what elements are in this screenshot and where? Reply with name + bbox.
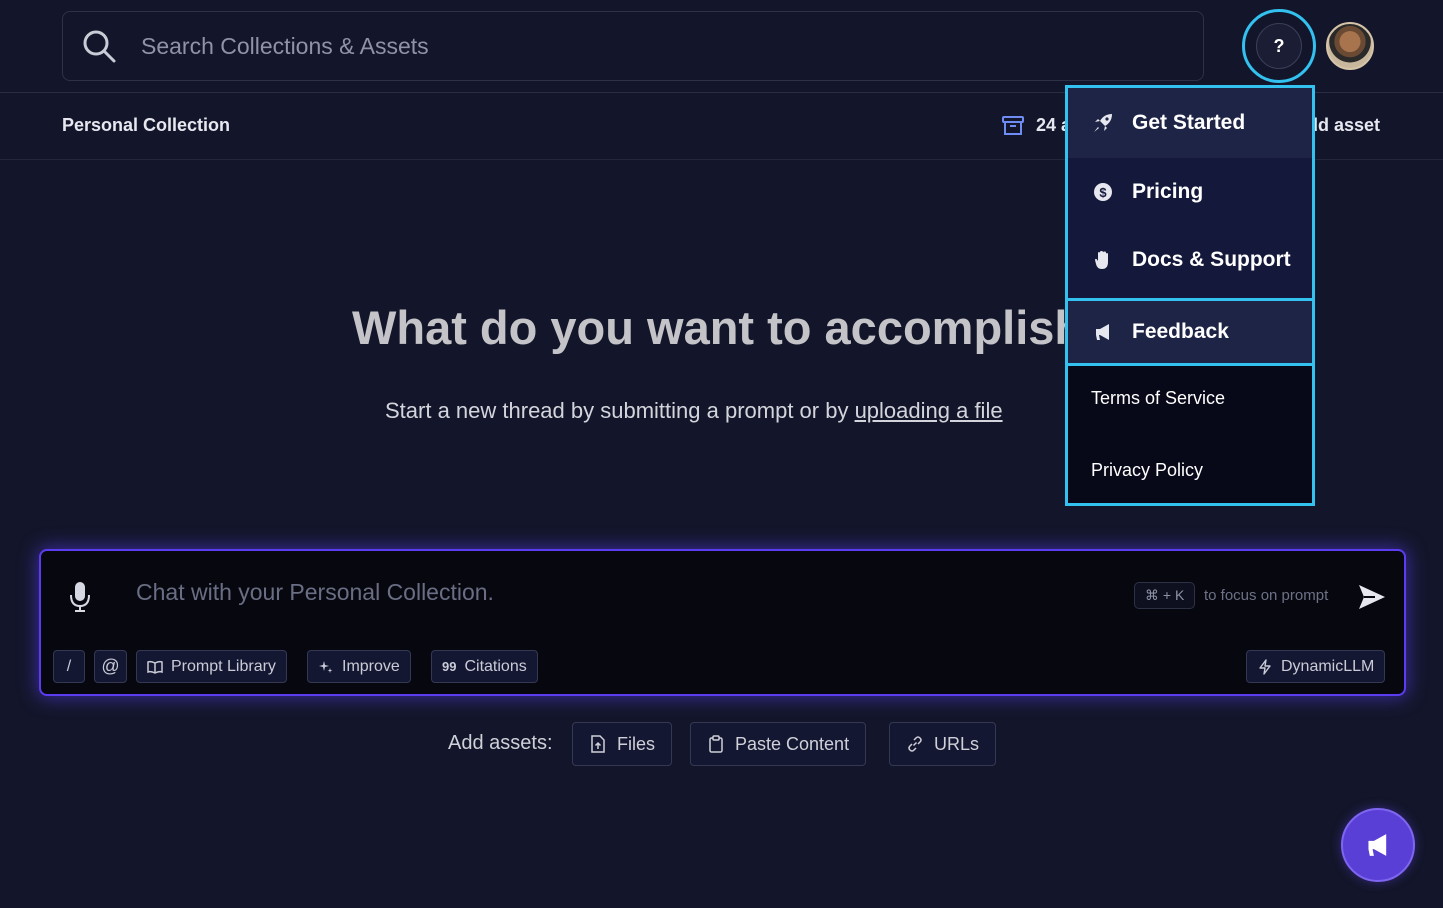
search-input[interactable] [141, 32, 1203, 60]
search-icon [83, 30, 116, 63]
model-selector[interactable]: DynamicLLM [1246, 650, 1386, 683]
chat-prompt-box: ⌘ + K to focus on prompt / @ Prompt Libr… [39, 549, 1406, 696]
keyboard-shortcut-badge: ⌘ + K [1134, 582, 1196, 609]
shortcut-hint: to focus on prompt [1204, 587, 1329, 604]
feedback-label: Feedback [1132, 320, 1229, 343]
book-icon [147, 660, 163, 674]
menu-item-privacy[interactable]: Privacy Policy [1091, 460, 1203, 481]
menu-item-pricing[interactable]: $ Pricing [1068, 158, 1312, 226]
prompt-library-label: Prompt Library [171, 657, 276, 675]
sparkle-icon [319, 660, 333, 673]
archive-icon [1002, 116, 1024, 135]
menu-item-feedback[interactable]: Feedback [1068, 298, 1312, 366]
paste-content-label: Paste Content [735, 733, 850, 754]
clipboard-icon [709, 735, 723, 753]
hero-subtitle: Start a new thread by submitting a promp… [385, 398, 1003, 424]
add-files-button[interactable]: Files [572, 722, 673, 766]
files-label: Files [617, 733, 656, 754]
feedback-fab-button[interactable] [1341, 808, 1415, 882]
menu-item-terms[interactable]: Terms of Service [1091, 388, 1225, 409]
hero-subtitle-text: Start a new thread by submitting a promp… [385, 398, 855, 423]
hand-icon [1095, 251, 1108, 269]
citations-button[interactable]: 99 Citations [431, 650, 538, 683]
top-header: ? [0, 0, 1443, 93]
paste-content-button[interactable]: Paste Content [690, 722, 867, 766]
model-label: DynamicLLM [1281, 657, 1375, 675]
improve-label: Improve [342, 657, 400, 675]
user-avatar[interactable] [1326, 22, 1374, 70]
help-dropdown-menu: Get Started $ Pricing Docs & Support Fee… [1065, 85, 1315, 506]
prompt-library-button[interactable]: Prompt Library [136, 650, 287, 683]
dollar-icon: $ [1094, 183, 1112, 201]
megaphone-icon [1368, 834, 1387, 856]
menu-item-docs-support[interactable]: Docs & Support [1068, 226, 1312, 294]
urls-label: URLs [934, 733, 980, 754]
collection-title[interactable]: Personal Collection [62, 115, 230, 136]
quote-icon: 99 [442, 659, 457, 674]
microphone-icon[interactable] [69, 581, 91, 613]
help-button-focus-ring: ? [1242, 9, 1316, 83]
rocket-icon [1094, 114, 1112, 132]
add-urls-button[interactable]: URLs [889, 722, 997, 766]
lightning-icon [1259, 658, 1271, 675]
app-page: ? Personal Collection 24 a ld asset What… [0, 0, 1443, 908]
megaphone-icon [1096, 324, 1109, 340]
link-icon [908, 736, 922, 752]
chat-input[interactable] [136, 579, 1036, 606]
add-assets-label: Add assets: [448, 732, 553, 754]
legal-links-section: Terms of Service Privacy Policy [1068, 366, 1312, 503]
pricing-label: Pricing [1132, 180, 1204, 203]
send-icon[interactable] [1357, 583, 1387, 611]
file-upload-icon [591, 735, 605, 753]
slash-command-button[interactable]: / [53, 650, 85, 683]
menu-item-get-started[interactable]: Get Started [1068, 88, 1312, 158]
docs-support-label: Docs & Support [1132, 248, 1291, 271]
mention-button[interactable]: @ [94, 650, 127, 683]
search-bar[interactable] [62, 11, 1204, 81]
svg-text:$: $ [1099, 185, 1107, 200]
hero-title: What do you want to accomplish [352, 301, 1072, 354]
citations-label: Citations [464, 657, 527, 675]
improve-button[interactable]: Improve [307, 650, 411, 683]
get-started-label: Get Started [1132, 111, 1246, 134]
upload-file-link[interactable]: uploading a file [855, 398, 1003, 423]
help-button[interactable]: ? [1256, 23, 1302, 69]
